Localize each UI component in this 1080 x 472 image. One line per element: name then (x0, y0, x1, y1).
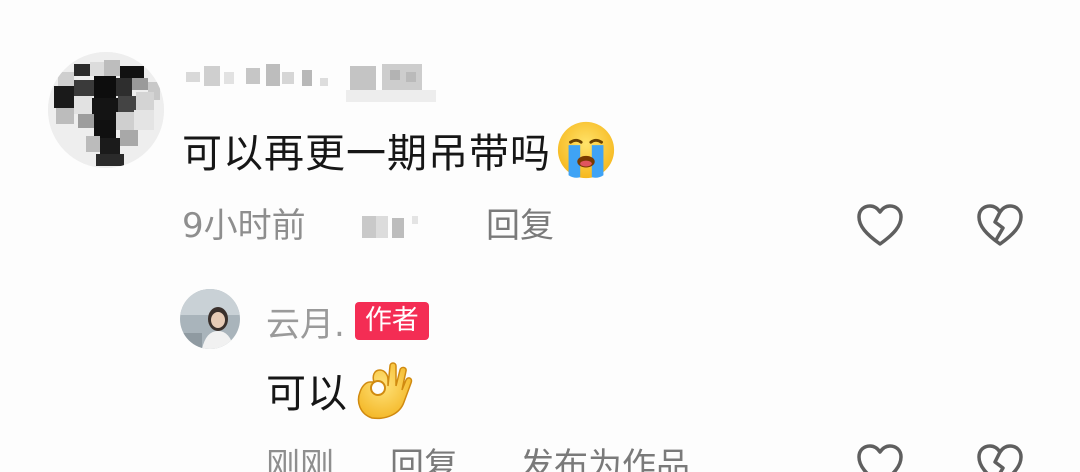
reply-meta-row: 刚刚 回复 发布为作品 (266, 440, 1046, 472)
blurred-username-image (186, 64, 436, 102)
heart-outline-icon[interactable] (854, 200, 906, 252)
reply-button[interactable]: 回复 (486, 200, 554, 252)
author-avatar-image (180, 289, 240, 349)
comment-meta-row: 9小时前 回复 (182, 200, 1042, 252)
broken-heart-icon[interactable] (974, 200, 1026, 252)
blurred-location-image (362, 216, 418, 238)
heart-outline-icon[interactable] (854, 440, 906, 472)
reply-text-content: 可以 (266, 371, 348, 417)
broken-heart-icon[interactable] (974, 440, 1026, 472)
author-badge: 作者 (354, 302, 429, 340)
loudly-crying-face-emoji-icon (557, 121, 615, 179)
commenter-avatar[interactable] (48, 52, 164, 168)
reply-timestamp: 刚刚 (266, 446, 334, 472)
pixelated-avatar-image (48, 52, 164, 168)
ok-hand-emoji-icon (357, 362, 413, 420)
comment-text-content: 可以再更一期吊带吗 (182, 131, 551, 177)
comment-timestamp: 9小时前 (182, 206, 306, 246)
author-avatar[interactable] (180, 289, 240, 349)
author-username[interactable]: 云月. (266, 297, 345, 346)
comment-thread: 可以再更一期吊带吗 9小时前 回复 云月. 作者 可以 刚刚 回复 发布为作品 (0, 0, 1080, 472)
reply-reply-button[interactable]: 回复 (390, 440, 458, 472)
commenter-username[interactable] (186, 60, 436, 104)
reply-header: 云月. 作者 (266, 300, 429, 345)
publish-as-work-button[interactable]: 发布为作品 (520, 440, 690, 472)
comment-text: 可以再更一期吊带吗 (182, 118, 617, 182)
reply-text: 可以 (266, 358, 414, 422)
